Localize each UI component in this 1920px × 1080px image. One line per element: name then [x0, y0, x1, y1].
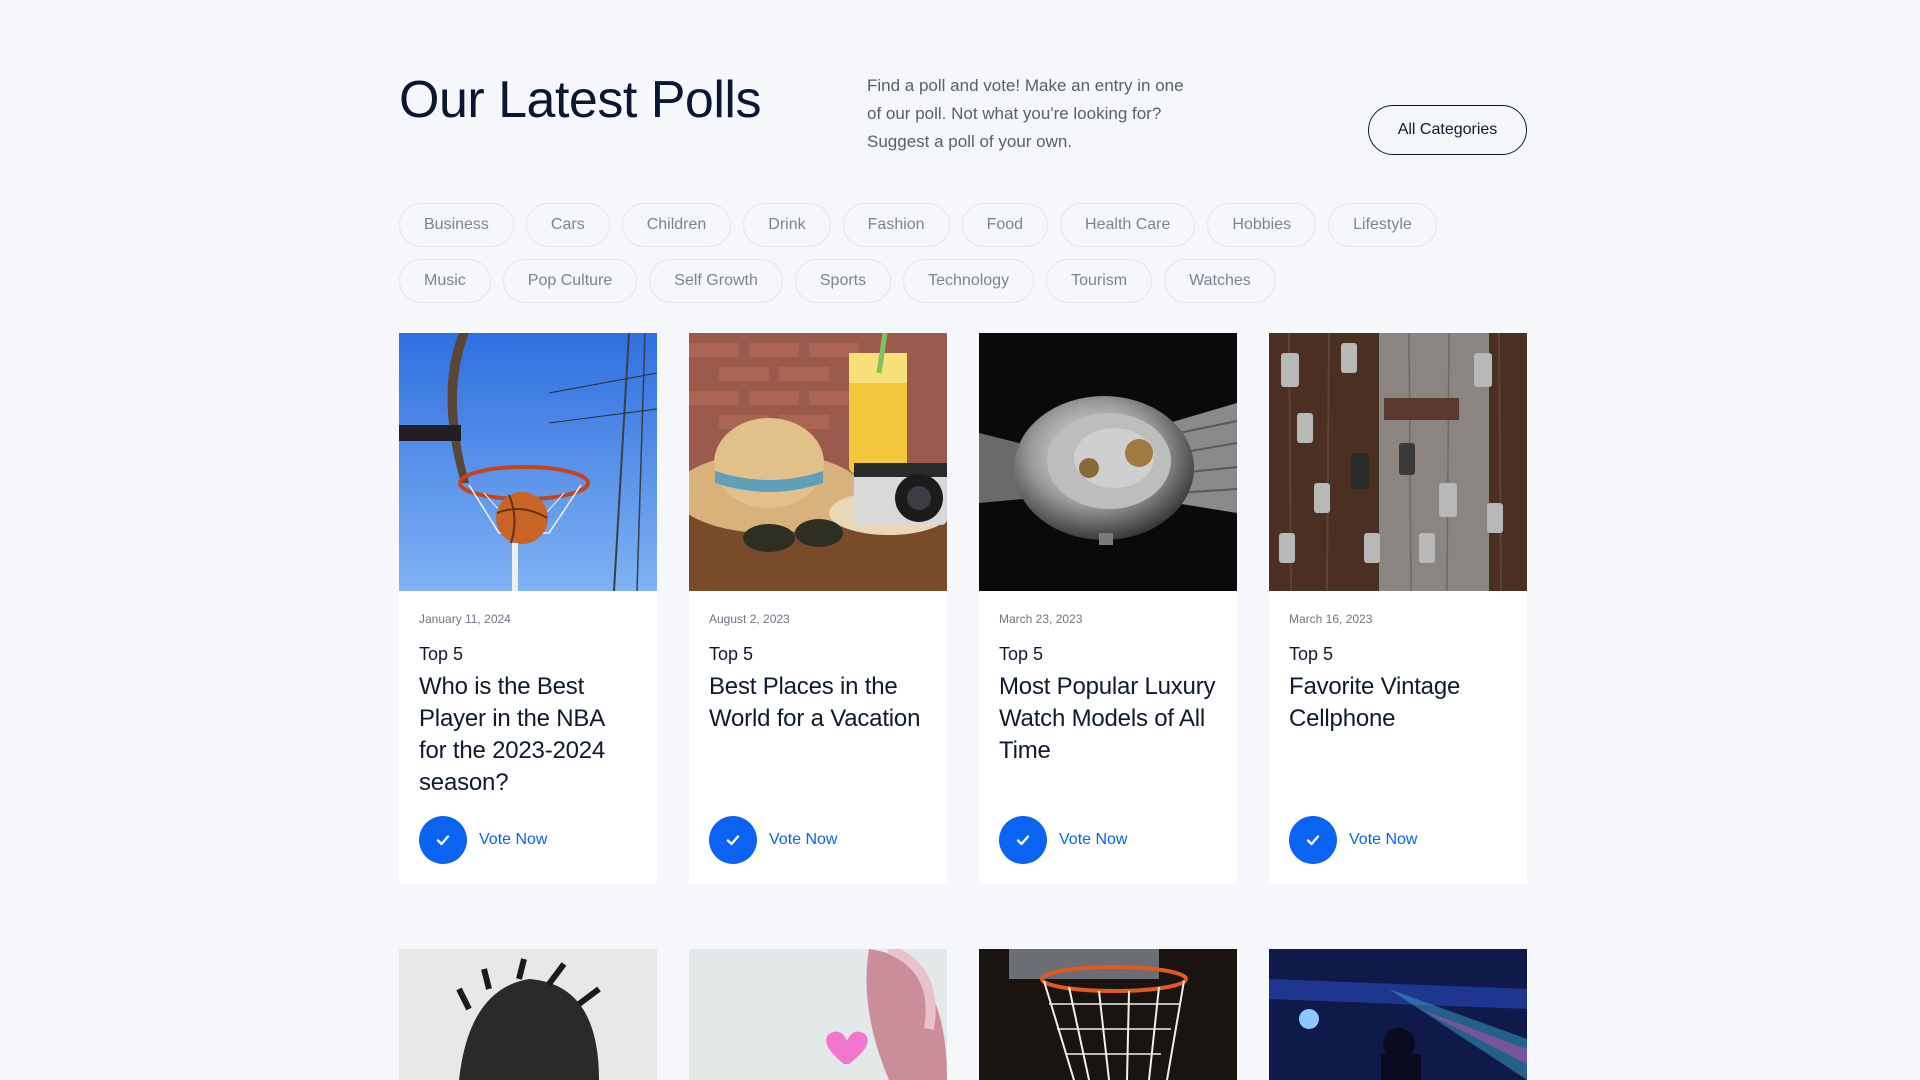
category-chip-watches[interactable]: Watches: [1164, 259, 1276, 303]
basketball-hoop-photo[interactable]: [399, 333, 657, 591]
page-title: Our Latest Polls: [399, 71, 761, 129]
vintage-cellphones-photo[interactable]: [1269, 333, 1527, 591]
poll-card-grid-row-2: [399, 949, 1527, 1080]
category-chip-food[interactable]: Food: [961, 203, 1049, 247]
category-chip-music[interactable]: Music: [399, 259, 491, 303]
poll-card[interactable]: August 2, 2023 Top 5 Best Places in the …: [689, 333, 947, 884]
poll-date: March 16, 2023: [1289, 612, 1373, 626]
check-icon: [709, 816, 757, 864]
vote-now-button[interactable]: Vote Now: [419, 816, 547, 864]
vote-now-label: Vote Now: [769, 831, 838, 848]
vote-now-label: Vote Now: [479, 831, 548, 848]
check-icon: [419, 816, 467, 864]
category-chip-fashion[interactable]: Fashion: [842, 203, 950, 247]
all-categories-button[interactable]: All Categories: [1368, 105, 1527, 155]
poll-card[interactable]: March 16, 2023 Top 5 Favorite Vintage Ce…: [1269, 333, 1527, 884]
intro-text: Find a poll and vote! Make an entry in o…: [867, 76, 1184, 151]
polls-page: Our Latest Polls Find a poll and vote! M…: [0, 0, 1920, 1080]
poll-title[interactable]: Best Places in the World for a Vacation: [709, 671, 927, 735]
category-chip-cars[interactable]: Cars: [525, 203, 610, 247]
check-icon: [999, 816, 1047, 864]
vote-now-button[interactable]: Vote Now: [1289, 816, 1417, 864]
poll-card[interactable]: January 11, 2024 Top 5 Who is the Best P…: [399, 333, 657, 884]
poll-title[interactable]: Who is the Best Player in the NBA for th…: [419, 671, 637, 799]
poll-card[interactable]: March 23, 2023 Top 5 Most Popular Luxury…: [979, 333, 1237, 884]
vote-now-label: Vote Now: [1349, 831, 1418, 848]
person-hair-photo[interactable]: [399, 949, 657, 1080]
category-chip-technology[interactable]: Technology: [903, 259, 1035, 303]
category-chip-sports[interactable]: Sports: [794, 259, 892, 303]
check-icon: [1289, 816, 1337, 864]
concert-lights-photo[interactable]: [1269, 949, 1527, 1080]
poll-card-grid: January 11, 2024 Top 5 Who is the Best P…: [399, 333, 1527, 884]
vote-now-button[interactable]: Vote Now: [999, 816, 1127, 864]
category-filter-list: Business Cars Children Drink Fashion Foo…: [399, 203, 1529, 303]
category-chip-hobbies[interactable]: Hobbies: [1207, 203, 1317, 247]
poll-date: January 11, 2024: [419, 612, 511, 626]
category-chip-pop-culture[interactable]: Pop Culture: [502, 259, 638, 303]
category-chip-health-care[interactable]: Health Care: [1060, 203, 1196, 247]
poll-tag: Top 5: [419, 644, 464, 664]
poll-tag: Top 5: [1289, 644, 1334, 664]
category-chip-children[interactable]: Children: [621, 203, 732, 247]
vacation-hat-camera-photo[interactable]: [689, 333, 947, 591]
pink-heart-photo[interactable]: [689, 949, 947, 1080]
vote-now-label: Vote Now: [1059, 831, 1128, 848]
poll-tag: Top 5: [709, 644, 754, 664]
category-chip-self-growth[interactable]: Self Growth: [649, 259, 783, 303]
poll-date: August 2, 2023: [709, 612, 790, 626]
luxury-watch-photo[interactable]: [979, 333, 1237, 591]
vote-now-button[interactable]: Vote Now: [709, 816, 837, 864]
category-chip-business[interactable]: Business: [399, 203, 514, 247]
basketball-net-photo[interactable]: [979, 949, 1237, 1080]
poll-title[interactable]: Favorite Vintage Cellphone: [1289, 671, 1507, 735]
poll-title[interactable]: Most Popular Luxury Watch Models of All …: [999, 671, 1217, 767]
category-chip-drink[interactable]: Drink: [743, 203, 831, 247]
poll-tag: Top 5: [999, 644, 1044, 664]
poll-date: March 23, 2023: [999, 612, 1083, 626]
category-chip-lifestyle[interactable]: Lifestyle: [1328, 203, 1437, 247]
category-chip-tourism[interactable]: Tourism: [1046, 259, 1153, 303]
